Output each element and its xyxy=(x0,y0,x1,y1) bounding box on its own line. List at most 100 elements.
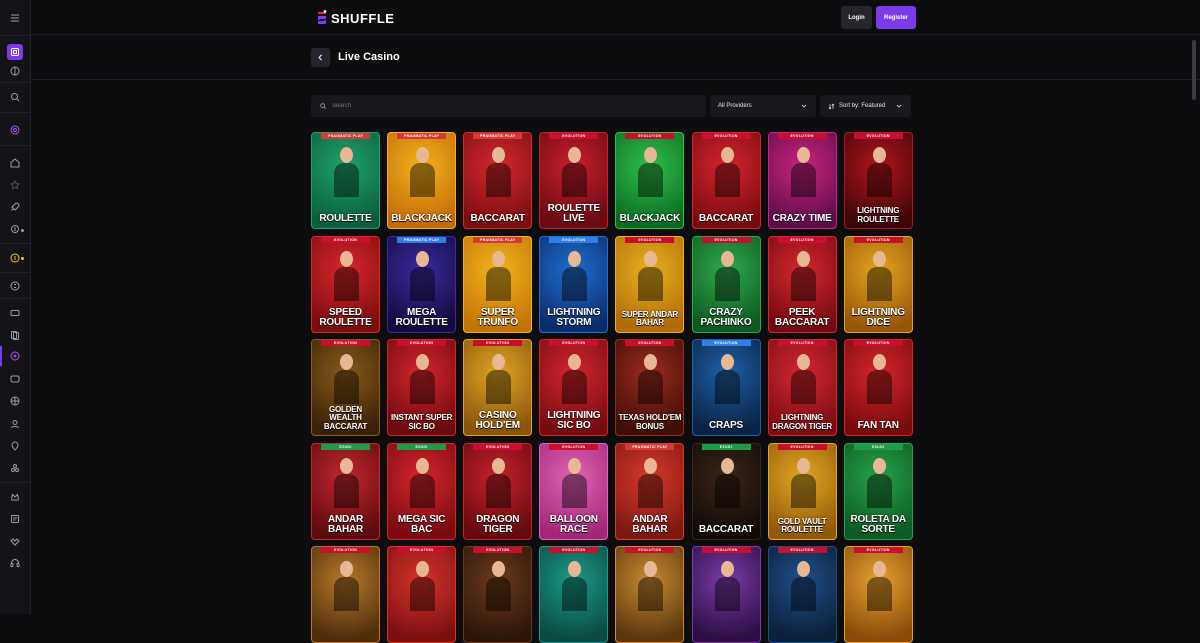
game-tile[interactable]: EVOLUTION Instant Super Sic Bo xyxy=(387,339,457,436)
game-tile[interactable]: EVOLUTION Crazy Pachinko xyxy=(691,235,761,333)
login-button[interactable]: Login xyxy=(841,6,872,29)
support-icon[interactable] xyxy=(7,555,23,571)
game-tile[interactable]: PRAGMATIC PLAY Andar Bahar xyxy=(615,442,685,540)
user-icon[interactable] xyxy=(7,416,23,432)
register-button[interactable]: Register xyxy=(876,6,916,29)
providers-icon[interactable] xyxy=(7,460,23,476)
game-title: Lightning Dice xyxy=(851,306,905,328)
dealer-head xyxy=(720,354,734,370)
game-tile[interactable]: EZUGI Roleta da Sorte xyxy=(843,442,913,540)
dealer-body xyxy=(334,163,359,197)
chip-icon[interactable] xyxy=(7,122,23,138)
game-tile[interactable]: EVOLUTION Dragon Tiger xyxy=(463,442,533,540)
live-icon[interactable] xyxy=(7,348,23,364)
wheel-icon[interactable] xyxy=(7,393,23,409)
game-tile[interactable]: EVOLUTION xyxy=(615,546,685,643)
game-tile[interactable]: PRAGMATIC PLAY Super Trunfo xyxy=(463,235,533,333)
dealer-body xyxy=(334,266,359,301)
game-tile[interactable]: EVOLUTION Baccarat xyxy=(691,132,761,229)
scroll-thumb[interactable] xyxy=(1192,40,1196,100)
provider-badge: PRAGMATIC PLAY xyxy=(397,133,447,139)
provider-badge: EVOLUTION xyxy=(777,236,827,243)
game-tile[interactable]: EVOLUTION xyxy=(463,546,533,643)
dealer-head xyxy=(720,250,734,267)
rocket-icon[interactable] xyxy=(7,199,23,215)
page-title: Live Casino xyxy=(338,51,400,63)
partner-icon[interactable] xyxy=(7,533,23,549)
game-tile[interactable]: EVOLUTION xyxy=(311,546,380,643)
page-scrollbar[interactable] xyxy=(1191,36,1197,614)
dealer-figure xyxy=(410,354,436,404)
provider-badge: EVOLUTION xyxy=(549,547,599,553)
game-tile[interactable]: EVOLUTION Lightning Dice xyxy=(843,235,913,333)
sort-dropdown[interactable]: Sort by: Featured xyxy=(820,95,911,117)
slots-icon[interactable] xyxy=(7,305,23,321)
dealer-head xyxy=(568,561,582,577)
game-tile[interactable]: EVOLUTION Crazy Time xyxy=(767,132,837,229)
game-tile[interactable]: EVOLUTION Lightning Dragon Tiger xyxy=(767,339,837,436)
provider-badge: EVOLUTION xyxy=(853,236,903,243)
game-tile[interactable]: EVOLUTION Peek Baccarat xyxy=(767,235,837,333)
game-tile[interactable]: EVOLUTION Balloon Race xyxy=(539,442,609,540)
game-tile[interactable]: EVOLUTION Texas Hold'em Bonus xyxy=(615,339,685,436)
dealer-head xyxy=(720,457,734,474)
game-tile[interactable]: EVOLUTION xyxy=(539,546,609,643)
search-bar[interactable] xyxy=(311,95,706,117)
dealer-body xyxy=(410,370,436,404)
blog-icon[interactable] xyxy=(7,511,23,527)
shuffle-logo[interactable]: SHUFFLE xyxy=(316,9,394,27)
search-icon[interactable] xyxy=(7,89,23,105)
game-tile[interactable]: EVOLUTION Speed Roulette xyxy=(311,235,380,333)
provider-badge: PRAGMATIC PLAY xyxy=(625,443,675,450)
cards-icon[interactable] xyxy=(7,327,23,343)
game-tile[interactable]: EVOLUTION Craps xyxy=(691,339,761,436)
game-tile[interactable]: EVOLUTION Lightning Storm xyxy=(539,235,609,333)
game-tile[interactable]: PRAGMATIC PLAY Blackjack xyxy=(387,132,457,229)
game-tile[interactable]: EVOLUTION Fan Tan xyxy=(843,339,913,436)
game-tile[interactable]: EVOLUTION Lightning Sic Bo xyxy=(539,339,609,436)
home-icon[interactable] xyxy=(7,155,23,171)
game-tile[interactable]: EZUGI Mega Sic Bac xyxy=(387,442,457,540)
dealer-body xyxy=(714,370,740,404)
game-tile[interactable]: EVOLUTION Gold Vault Roulette xyxy=(767,442,837,540)
provider-badge: EVOLUTION xyxy=(321,340,370,346)
game-tile[interactable]: EVOLUTION xyxy=(767,546,837,643)
game-tile[interactable]: PRAGMATIC PLAY Baccarat xyxy=(463,132,533,229)
game-tile[interactable]: PRAGMATIC PLAY Roulette xyxy=(311,132,380,229)
provider-badge: EVOLUTION xyxy=(625,340,675,346)
game-tile[interactable]: EVOLUTION Roulette Live xyxy=(539,132,609,229)
providers-dropdown[interactable]: All Providers xyxy=(710,95,816,117)
game-shows-icon[interactable] xyxy=(7,438,23,454)
game-tile[interactable]: EVOLUTION Lightning Roulette xyxy=(843,132,913,229)
dealer-head xyxy=(340,250,353,267)
game-tile[interactable]: EVOLUTION Blackjack xyxy=(615,132,685,229)
dealer-head xyxy=(492,354,506,370)
game-tile[interactable]: EVOLUTION Casino Hold'em xyxy=(463,339,533,436)
provider-badge: EVOLUTION xyxy=(777,443,827,450)
game-tile[interactable]: EVOLUTION Super Andar Bahar xyxy=(615,235,685,333)
title-bar: Live Casino xyxy=(31,35,1200,80)
search-input[interactable] xyxy=(332,103,672,109)
currency-icon[interactable] xyxy=(7,278,23,294)
casino-icon[interactable] xyxy=(7,44,23,60)
star-icon[interactable] xyxy=(7,177,23,193)
dealer-figure xyxy=(714,354,740,404)
game-tile[interactable]: EVOLUTION Golden Wealth Baccarat xyxy=(311,339,380,436)
game-tile[interactable]: EZUGI Baccarat xyxy=(691,442,761,540)
game-title: Blackjack xyxy=(391,213,452,224)
dealer-figure xyxy=(790,457,816,508)
game-tile[interactable]: EVOLUTION xyxy=(843,546,913,643)
vip-icon[interactable] xyxy=(7,489,23,505)
game-tile[interactable]: EVOLUTION xyxy=(691,546,761,643)
sidebar-divider xyxy=(0,112,31,113)
dealer-figure xyxy=(866,457,892,508)
menu-icon[interactable] xyxy=(7,10,23,26)
table-games-icon[interactable] xyxy=(7,371,23,387)
game-tile[interactable]: EZUGI Andar Bahar xyxy=(311,442,380,540)
dealer-head xyxy=(644,250,658,267)
game-tile[interactable]: PRAGMATIC PLAY Mega Roulette xyxy=(387,235,457,333)
dealer-figure xyxy=(486,250,512,301)
game-tile[interactable]: EVOLUTION xyxy=(387,546,457,643)
sports-icon[interactable] xyxy=(7,63,23,79)
back-button[interactable] xyxy=(311,48,330,67)
